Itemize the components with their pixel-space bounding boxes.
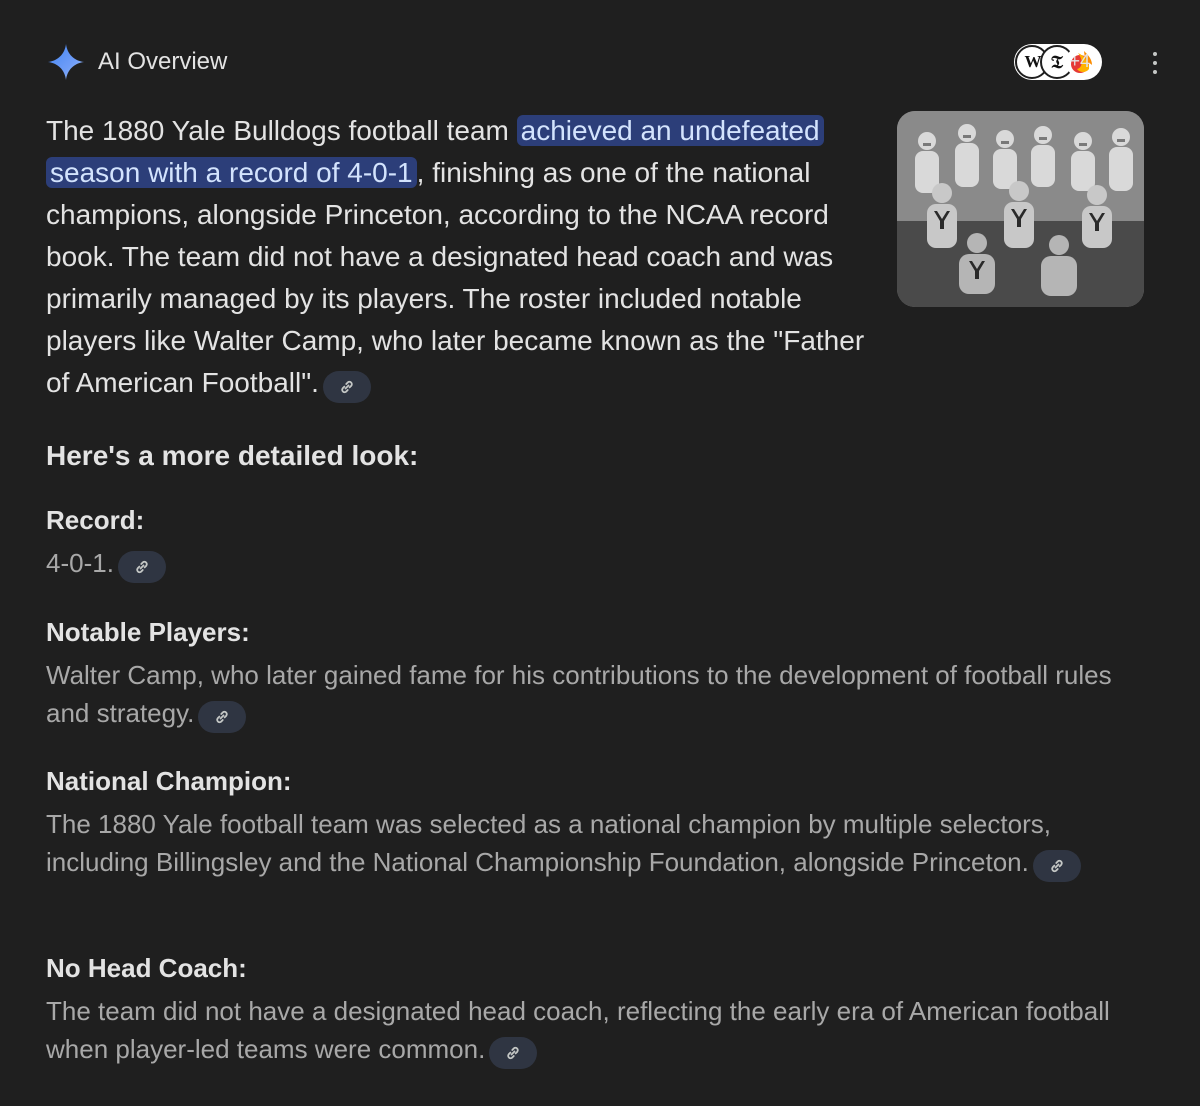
detail-item-label: Record: xyxy=(46,505,145,535)
ai-overview-header: AI Overview W 𝔗 +4 xyxy=(46,40,1170,84)
link-icon xyxy=(1051,859,1063,873)
source-link-button[interactable] xyxy=(322,371,371,403)
detail-item-notable-players: Notable Players: Walter Camp, who later … xyxy=(46,614,1156,733)
source-link-button[interactable] xyxy=(1032,850,1081,882)
detail-item-label: Notable Players: xyxy=(46,617,250,647)
detail-item-body: 4-0-1. xyxy=(46,544,1156,583)
section-heading: Here's a more detailed look: xyxy=(46,440,419,471)
detail-item-text: The 1880 Yale football team was selected… xyxy=(46,809,1051,877)
more-sources-count[interactable]: +4 xyxy=(1069,51,1090,72)
detail-item-body: The team did not have a designated head … xyxy=(46,992,1156,1069)
team-photo-image xyxy=(897,111,1144,307)
detail-item-text: The team did not have a designated head … xyxy=(46,996,1110,1064)
more-vert-icon[interactable] xyxy=(1140,48,1170,78)
link-icon xyxy=(216,710,229,724)
source-link-button[interactable] xyxy=(198,701,247,733)
team-photo[interactable] xyxy=(897,111,1144,307)
detail-item-no-head-coach: No Head Coach: The team did not have a d… xyxy=(46,950,1156,1069)
source-link-button[interactable] xyxy=(117,551,166,583)
link-icon xyxy=(341,380,353,394)
overview-summary: The 1880 Yale Bulldogs football team ach… xyxy=(46,110,891,404)
ai-overview-title: AI Overview xyxy=(98,48,228,75)
detail-item-text: 4-0-1. xyxy=(46,548,114,578)
detail-item-body: Walter Camp, who later gained fame for h… xyxy=(46,656,1156,733)
gemini-sparkle-icon xyxy=(48,44,84,80)
summary-text-end: , finishing as one of the national champ… xyxy=(46,157,865,398)
detail-item-body: The 1880 Yale football team was selected… xyxy=(46,805,1156,882)
source-link-button[interactable] xyxy=(489,1037,538,1069)
link-icon xyxy=(136,560,148,574)
detail-item-label: No Head Coach: xyxy=(46,953,247,983)
summary-text-start: The 1880 Yale Bulldogs football team xyxy=(46,115,517,146)
detail-item-label: National Champion: xyxy=(46,766,292,796)
link-icon xyxy=(507,1046,519,1060)
detail-item-record: Record: 4-0-1. xyxy=(46,502,1156,583)
detail-item-national-champion: National Champion: The 1880 Yale footbal… xyxy=(46,763,1156,882)
